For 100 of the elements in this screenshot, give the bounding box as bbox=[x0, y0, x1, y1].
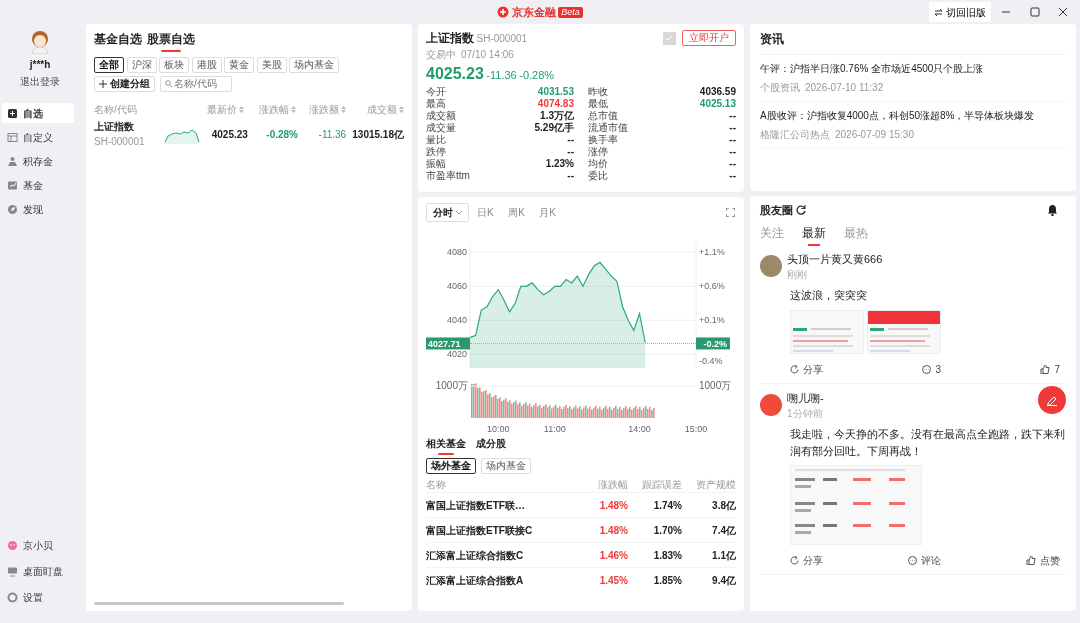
sidebar-item[interactable]: 桌面盯盘 bbox=[2, 561, 74, 581]
sidebar-item[interactable]: 自定义 bbox=[2, 127, 74, 147]
time-axis-label: 10:00 bbox=[487, 424, 510, 434]
close-icon[interactable] bbox=[1058, 7, 1068, 17]
stat-value: -- bbox=[729, 122, 736, 134]
author-name[interactable]: 头顶一片黄又黄666 bbox=[787, 250, 883, 267]
table-cell-text: 1.74% bbox=[652, 498, 682, 513]
news-time: 2026-07-10 11:32 bbox=[805, 81, 884, 95]
table-cell-text: -0.28% bbox=[265, 127, 298, 142]
sidebar-item[interactable]: 设置 bbox=[2, 587, 74, 607]
stat-label: 委比 bbox=[588, 170, 608, 182]
scrollbar[interactable] bbox=[94, 602, 344, 605]
table-cell-text: 1.45% bbox=[598, 573, 628, 588]
compose-button[interactable] bbox=[1038, 386, 1066, 414]
post-text: 我走啦，今天挣的不多。没有在最高点全跑路，跌下来利润有部分回吐。下周再战！ bbox=[790, 427, 1066, 459]
sort-icon[interactable] bbox=[291, 105, 296, 113]
stat-value: -- bbox=[567, 170, 574, 182]
column-header: 成交额 bbox=[367, 102, 397, 117]
percent-axis-label: +0.6% bbox=[699, 281, 725, 292]
tab[interactable]: 股票自选 bbox=[147, 30, 195, 52]
axis-label: 4060 bbox=[446, 281, 467, 292]
maximize-icon[interactable] bbox=[1029, 7, 1040, 17]
sidebar-item[interactable]: 积存金 bbox=[2, 151, 74, 171]
news-headline[interactable]: A股收评：沪指收复4000点，科创50涨超8%，半导体板块爆发 bbox=[760, 108, 1066, 123]
stat-value: -- bbox=[567, 134, 574, 146]
stat-value: 5.29亿手 bbox=[534, 122, 574, 134]
column-header: 名称/代码 bbox=[94, 103, 137, 115]
stat-label: 昨收 bbox=[588, 86, 608, 98]
open-account-button[interactable]: 立即开户 bbox=[682, 30, 736, 46]
user-name: j***h bbox=[29, 57, 51, 72]
thumbs-up-icon bbox=[1040, 364, 1051, 374]
filter-chip[interactable]: 港股 bbox=[191, 57, 222, 73]
chart-tab[interactable]: 日K bbox=[471, 204, 500, 221]
avatar[interactable] bbox=[760, 394, 782, 417]
tab[interactable]: 成分股 bbox=[476, 436, 506, 455]
comment-button[interactable]: 评论 bbox=[908, 553, 941, 568]
filter-chip[interactable]: 沪深 bbox=[126, 57, 157, 73]
filter-chip[interactable]: 板块 bbox=[159, 57, 189, 73]
sidebar-item[interactable]: 自选 bbox=[2, 103, 74, 123]
tab[interactable]: 基金自选 bbox=[94, 30, 142, 52]
switch-version-button[interactable]: 切回旧版 bbox=[929, 2, 991, 22]
sidebar-item[interactable]: 京小贝 bbox=[2, 535, 74, 555]
sort-icon[interactable] bbox=[239, 105, 244, 113]
chart-tab[interactable]: 周K bbox=[502, 204, 531, 221]
stat-label: 最高 bbox=[426, 98, 446, 110]
filter-chip[interactable]: 场内基金 bbox=[481, 457, 531, 474]
news-source: 格隆汇公司热点 bbox=[760, 128, 830, 142]
stat-value: -- bbox=[729, 110, 736, 122]
comment-button[interactable]: 3 bbox=[922, 361, 941, 377]
comment-icon bbox=[908, 556, 917, 565]
create-group-button[interactable]: 创建分组 bbox=[94, 75, 155, 92]
news-time: 2026-07-09 15:30 bbox=[835, 128, 914, 142]
news-headline[interactable]: 午评：沪指半日涨0.76% 全市场近4500只个股上涨 bbox=[760, 61, 1066, 76]
chart-tab[interactable]: 月K bbox=[533, 204, 562, 221]
fullscreen-icon bbox=[726, 207, 735, 217]
like-button[interactable]: 点赞 bbox=[1026, 553, 1060, 568]
monitor-icon bbox=[7, 565, 18, 577]
fund-name: 富国上证指数ETF联接C bbox=[426, 523, 534, 538]
sidebar-item[interactable]: 基金 bbox=[2, 175, 74, 195]
table-cell-text: 3.8亿 bbox=[711, 498, 736, 513]
sort-icon[interactable] bbox=[399, 105, 404, 113]
stat-label: 振幅 bbox=[426, 158, 446, 170]
tab[interactable]: 相关基金 bbox=[426, 436, 466, 455]
stat-value: 4036.59 bbox=[699, 86, 736, 98]
swap-icon bbox=[934, 7, 943, 17]
tab[interactable]: 最新 bbox=[802, 223, 826, 246]
avatar[interactable] bbox=[760, 255, 782, 278]
stock-name: 上证指数 bbox=[94, 120, 135, 134]
search-field[interactable]: 名称/代码 bbox=[159, 75, 232, 92]
index-code: SH-000001 bbox=[476, 31, 528, 46]
axis-label: 4020 bbox=[446, 349, 467, 360]
filter-chip[interactable]: 美股 bbox=[256, 57, 287, 73]
axis-label: 4040 bbox=[446, 315, 467, 326]
table-cell-text: 1.70% bbox=[652, 523, 682, 538]
filter-chip[interactable]: 场外基金 bbox=[426, 457, 476, 474]
filter-chip[interactable]: 全部 bbox=[94, 57, 124, 73]
stat-value: 1.23% bbox=[545, 158, 574, 170]
share-button[interactable]: 分享 bbox=[790, 361, 823, 377]
stat-value: -- bbox=[729, 170, 736, 182]
bell-icon[interactable] bbox=[1047, 204, 1058, 217]
filter-chip[interactable]: 场内基金 bbox=[289, 57, 339, 73]
watchlist-check-button[interactable] bbox=[662, 31, 676, 45]
chart-tab[interactable]: 分时 bbox=[426, 203, 469, 222]
filter-chip[interactable]: 黄金 bbox=[224, 57, 254, 73]
column-header: 涨跌幅 bbox=[597, 477, 628, 492]
check-icon bbox=[665, 34, 673, 42]
author-name[interactable]: 嗍儿嗍- bbox=[787, 389, 824, 406]
volume-axis-label: 1000万 bbox=[435, 380, 468, 391]
like-button[interactable]: 7 bbox=[1040, 361, 1060, 377]
logout-link[interactable]: 退出登录 bbox=[20, 74, 60, 89]
news-source: 个股资讯 bbox=[760, 81, 800, 95]
refresh-icon[interactable] bbox=[795, 205, 806, 216]
stat-label: 最低 bbox=[588, 98, 608, 110]
share-button[interactable]: 分享 bbox=[790, 553, 823, 568]
sidebar-item[interactable]: 发现 bbox=[2, 199, 74, 219]
fullscreen-button[interactable] bbox=[726, 207, 736, 218]
stat-value: 4031.53 bbox=[537, 86, 574, 98]
percent-tag: -0.2% bbox=[696, 337, 730, 350]
sort-icon[interactable] bbox=[341, 105, 346, 113]
volume-axis-label: 1000万 bbox=[699, 380, 732, 391]
